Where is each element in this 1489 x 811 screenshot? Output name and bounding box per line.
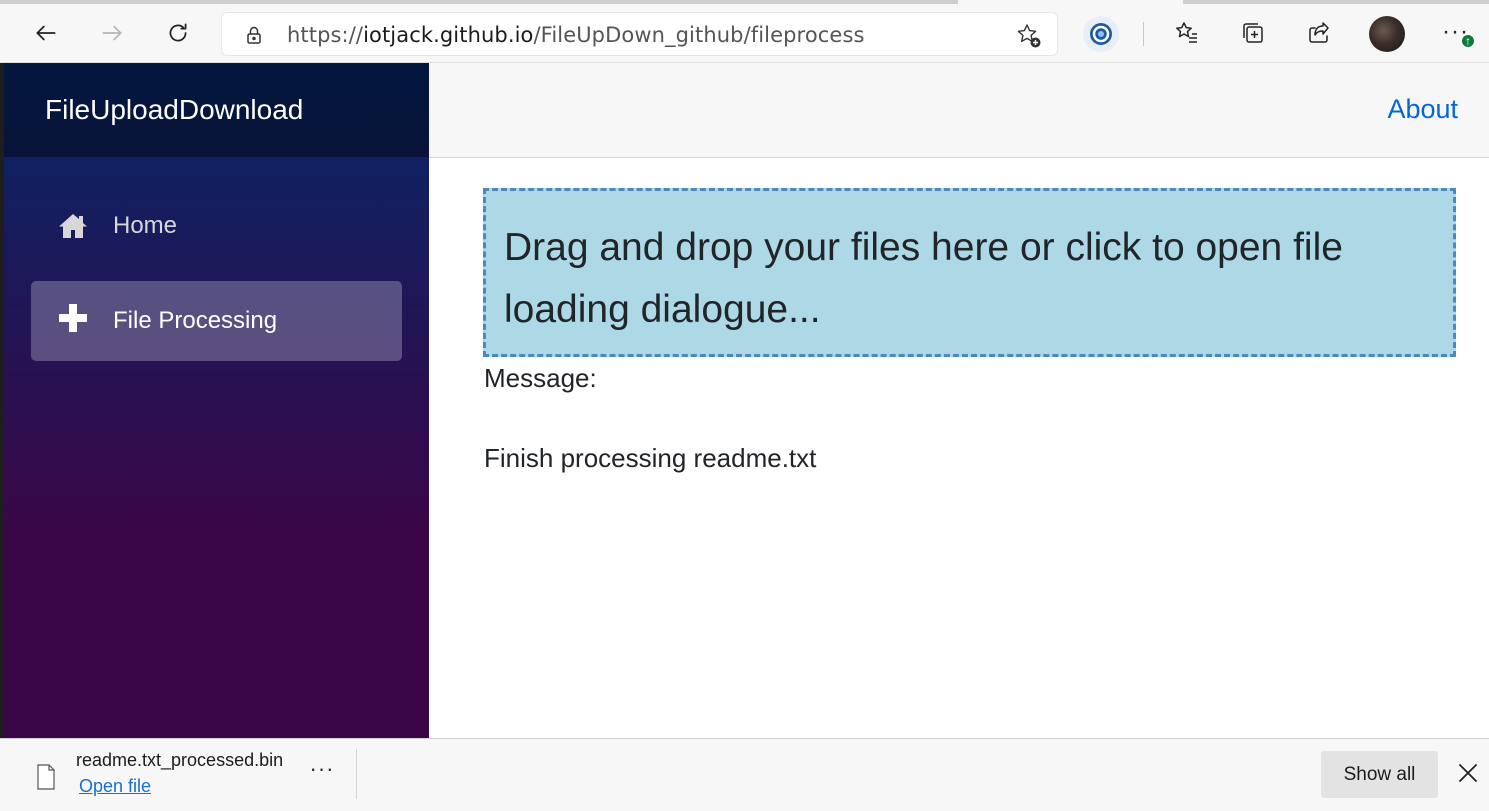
message-text: Finish processing readme.txt	[484, 443, 817, 473]
window-edge	[0, 63, 4, 738]
arrow-right-icon	[102, 25, 122, 41]
home-icon	[59, 214, 87, 238]
url-text: https://iotjack.github.io/FileUpDown_git…	[287, 23, 865, 47]
brand-link[interactable]: FileUploadDownload	[45, 94, 303, 126]
nav-item-label: File Processing	[113, 307, 278, 334]
arrow-left-icon	[36, 25, 56, 41]
favorites-list-icon	[1176, 22, 1197, 43]
forward-button[interactable]	[94, 15, 130, 51]
lock-icon[interactable]	[242, 23, 266, 47]
download-bar: readme.txt_processed.bin Open file ··· S…	[0, 738, 1489, 811]
share-icon	[1309, 22, 1329, 43]
about-link[interactable]: About	[1387, 94, 1458, 125]
tab-strip-edge	[1183, 0, 1489, 4]
extension-logo-icon	[1090, 23, 1112, 45]
top-row: About	[429, 63, 1489, 158]
url-path: /FileUpDown_github/fileprocess	[533, 23, 865, 47]
collections-icon	[1243, 23, 1263, 43]
back-button[interactable]	[28, 15, 64, 51]
brand-bar: FileUploadDownload	[0, 63, 429, 157]
nav-item-home[interactable]: Home	[31, 186, 402, 266]
close-icon[interactable]	[1454, 759, 1482, 787]
app-page: FileUploadDownload Home File Processing …	[0, 63, 1489, 738]
url-scheme: https://	[287, 23, 364, 47]
plus-icon	[59, 304, 87, 332]
browser-toolbar: https://iotjack.github.io/FileUpDown_git…	[0, 0, 1489, 63]
nav-item-label: Home	[113, 212, 178, 239]
share-button[interactable]	[1302, 16, 1336, 50]
download-more-button[interactable]: ···	[308, 758, 336, 787]
nav-item-file-processing[interactable]: File Processing	[31, 281, 402, 361]
open-file-link[interactable]: Open file	[79, 776, 151, 797]
drop-zone-text: Drag and drop your files here or click t…	[504, 226, 1343, 331]
refresh-icon	[169, 23, 187, 42]
profile-avatar[interactable]	[1369, 16, 1405, 52]
tab-strip-edge	[0, 0, 958, 4]
toolbar-divider	[1143, 22, 1144, 46]
download-filename: readme.txt_processed.bin	[76, 750, 284, 770]
sidebar: FileUploadDownload Home File Processing	[0, 63, 429, 738]
collections-button[interactable]	[1236, 16, 1270, 50]
show-all-button[interactable]: Show all	[1321, 751, 1438, 798]
message-label: Message:	[484, 363, 597, 393]
update-badge-icon: ↑	[1460, 33, 1476, 49]
address-bar[interactable]: https://iotjack.github.io/FileUpDown_git…	[221, 12, 1058, 56]
url-host: iotjack.github.io	[363, 23, 534, 47]
file-drop-zone[interactable]: Drag and drop your files here or click t…	[483, 188, 1456, 357]
download-divider	[356, 749, 357, 799]
add-favorite-icon[interactable]	[1015, 22, 1043, 50]
refresh-button[interactable]	[160, 15, 196, 51]
file-icon	[37, 764, 55, 790]
extension-button[interactable]	[1083, 16, 1119, 52]
favorites-button[interactable]	[1170, 16, 1204, 50]
